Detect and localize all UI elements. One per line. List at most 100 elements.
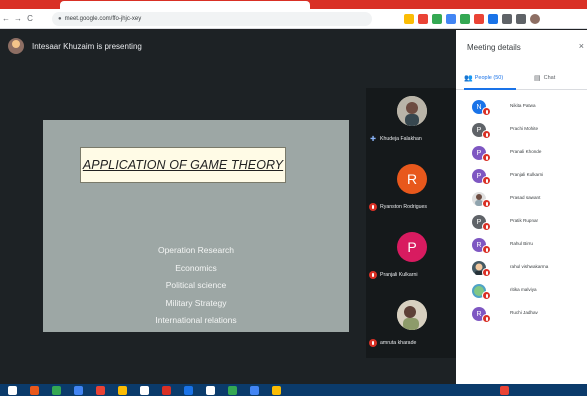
mic-off-icon [369, 339, 377, 347]
participant-tile[interactable]: P Pranjali Kulkarni [366, 224, 456, 292]
participant-label: amruta kharade [369, 339, 416, 347]
list-item[interactable]: rahul vishwakarma [456, 259, 587, 281]
extension-icon[interactable] [446, 14, 456, 24]
slide-item: Operation Research [157, 245, 235, 255]
slide-item: Economics [175, 262, 217, 273]
taskbar-app-icon[interactable] [250, 386, 259, 395]
mic-off-icon [482, 199, 491, 208]
extension-icon[interactable] [502, 14, 512, 24]
person-name: Pratik Rupnar [510, 218, 539, 223]
presenter-banner: Intesaar Khuzaim is presenting [8, 38, 142, 54]
participant-photo [397, 300, 427, 330]
taskbar-app-icon[interactable] [30, 386, 39, 395]
tray-icon[interactable] [500, 386, 509, 395]
extension-icon[interactable] [460, 14, 470, 24]
list-item[interactable]: P Pranjali Kulkarni [456, 167, 587, 189]
participant-tile[interactable]: ✚ Khudeja Falakhan [366, 88, 456, 156]
mic-off-icon [482, 130, 491, 139]
person-name: Ruchi Jadhav [510, 310, 538, 315]
people-icon: 👥 [464, 75, 473, 82]
tab-chat[interactable]: ▤ Chat [534, 74, 555, 82]
mic-off-icon [482, 176, 491, 185]
mic-off-icon [482, 245, 491, 254]
list-item[interactable]: R Ruchi Jadhav [456, 305, 587, 327]
list-item[interactable]: P Pranali Khonde [456, 144, 587, 166]
meeting-details-panel: Meeting details × 👥 People (50) ▤ Chat N… [456, 30, 587, 384]
presenter-text: Intesaar Khuzaim is presenting [32, 41, 142, 51]
taskbar-app-icon[interactable] [52, 386, 61, 395]
chat-icon: ▤ [534, 75, 541, 82]
tab-people[interactable]: 👥 People (50) [464, 74, 503, 82]
slide-bullet-list: Operation Research Economics Political s… [43, 242, 349, 330]
presentation-slide: APPLICATION OF GAME THEORY Operation Res… [43, 120, 349, 332]
person-name: Nikita Patwa [510, 103, 536, 108]
address-bar[interactable]: ● meet.google.com/ffo-jhjc-xey [52, 12, 372, 26]
slide-item: International relations [155, 315, 237, 325]
taskbar-app-icon[interactable] [184, 386, 193, 395]
taskbar-app-icon[interactable] [140, 386, 149, 395]
participant-tile[interactable]: amruta kharade [366, 292, 456, 360]
participant-avatar: P [397, 232, 427, 262]
taskbar-app-icon[interactable] [162, 386, 171, 395]
reload-icon[interactable]: C [24, 14, 36, 23]
person-name: Rahul Birru [510, 241, 533, 246]
person-name: Pranjali Kulkarni [510, 172, 544, 177]
extension-icon[interactable] [474, 14, 484, 24]
person-name: Prachi Mohite [510, 126, 539, 131]
participant-name: Pranjali Kulkarni [380, 272, 418, 278]
url-text: meet.google.com/ffo-jhjc-xey [64, 16, 142, 22]
participant-tiles: ✚ Khudeja Falakhan R Ryanston Rodrigues … [366, 88, 456, 358]
slide-title: APPLICATION OF GAME THEORY [82, 158, 284, 172]
profile-avatar[interactable] [530, 14, 540, 24]
taskbar-app-icon[interactable] [228, 386, 237, 395]
participant-name: amruta kharade [380, 340, 417, 346]
taskbar-app-icon[interactable] [118, 386, 127, 395]
mic-off-icon [369, 271, 377, 279]
taskbar-app-icon[interactable] [96, 386, 105, 395]
forward-icon[interactable]: → [12, 14, 24, 23]
extension-icon[interactable] [418, 14, 428, 24]
extension-icon[interactable] [432, 14, 442, 24]
lock-icon: ● [58, 16, 62, 22]
meeting-stage: Intesaar Khuzaim is presenting APPLICATI… [0, 30, 456, 384]
panel-tabs: 👥 People (50) ▤ Chat [456, 70, 587, 90]
taskbar-app-icon[interactable] [206, 386, 215, 395]
extension-icon[interactable] [404, 14, 414, 24]
tab-people-label: People (50) [474, 75, 504, 81]
list-item[interactable]: Prasad sawant [456, 190, 587, 212]
presenter-avatar [8, 38, 24, 54]
browser-toolbar: ← → C ● meet.google.com/ffo-jhjc-xey [0, 9, 587, 29]
back-icon[interactable]: ← [0, 14, 12, 23]
list-item[interactable]: R Rahul Birru [456, 236, 587, 258]
browser-tab-strip [0, 0, 587, 9]
close-icon[interactable]: × [579, 41, 584, 51]
list-item[interactable]: P Prachi Mohite [456, 121, 587, 143]
browser-tab[interactable] [60, 1, 310, 9]
start-icon[interactable] [8, 386, 17, 395]
extension-icon[interactable] [488, 14, 498, 24]
participant-label: Pranjali Kulkarni [369, 271, 417, 279]
list-item[interactable]: P Pratik Rupnar [456, 213, 587, 235]
taskbar-app-icon[interactable] [74, 386, 83, 395]
participant-label: ✚ Khudeja Falakhan [369, 135, 422, 143]
person-name: Pranali Khonde [510, 149, 542, 154]
participant-name: Khudeja Falakhan [380, 136, 422, 142]
person-name: rahul vishwakarma [510, 264, 549, 269]
windows-taskbar [0, 384, 587, 396]
slide-title-box: APPLICATION OF GAME THEORY [80, 147, 286, 183]
mic-off-icon [482, 107, 491, 116]
participant-tile[interactable]: R Ryanston Rodrigues [366, 156, 456, 224]
mic-off-icon [482, 291, 491, 300]
pin-icon: ✚ [370, 136, 376, 143]
participant-label: Ryanston Rodrigues [369, 203, 427, 211]
mic-off-icon [482, 268, 491, 277]
mic-off-icon [482, 153, 491, 162]
mic-off-icon [482, 222, 491, 231]
list-item[interactable]: ritika malviya [456, 282, 587, 304]
participant-name: Ryanston Rodrigues [380, 204, 428, 210]
taskbar-app-icon[interactable] [272, 386, 281, 395]
list-item[interactable]: N Nikita Patwa [456, 98, 587, 120]
tab-chat-label: Chat [543, 75, 556, 81]
extensions-puzzle-icon[interactable] [516, 14, 526, 24]
active-tab-indicator [464, 88, 516, 90]
